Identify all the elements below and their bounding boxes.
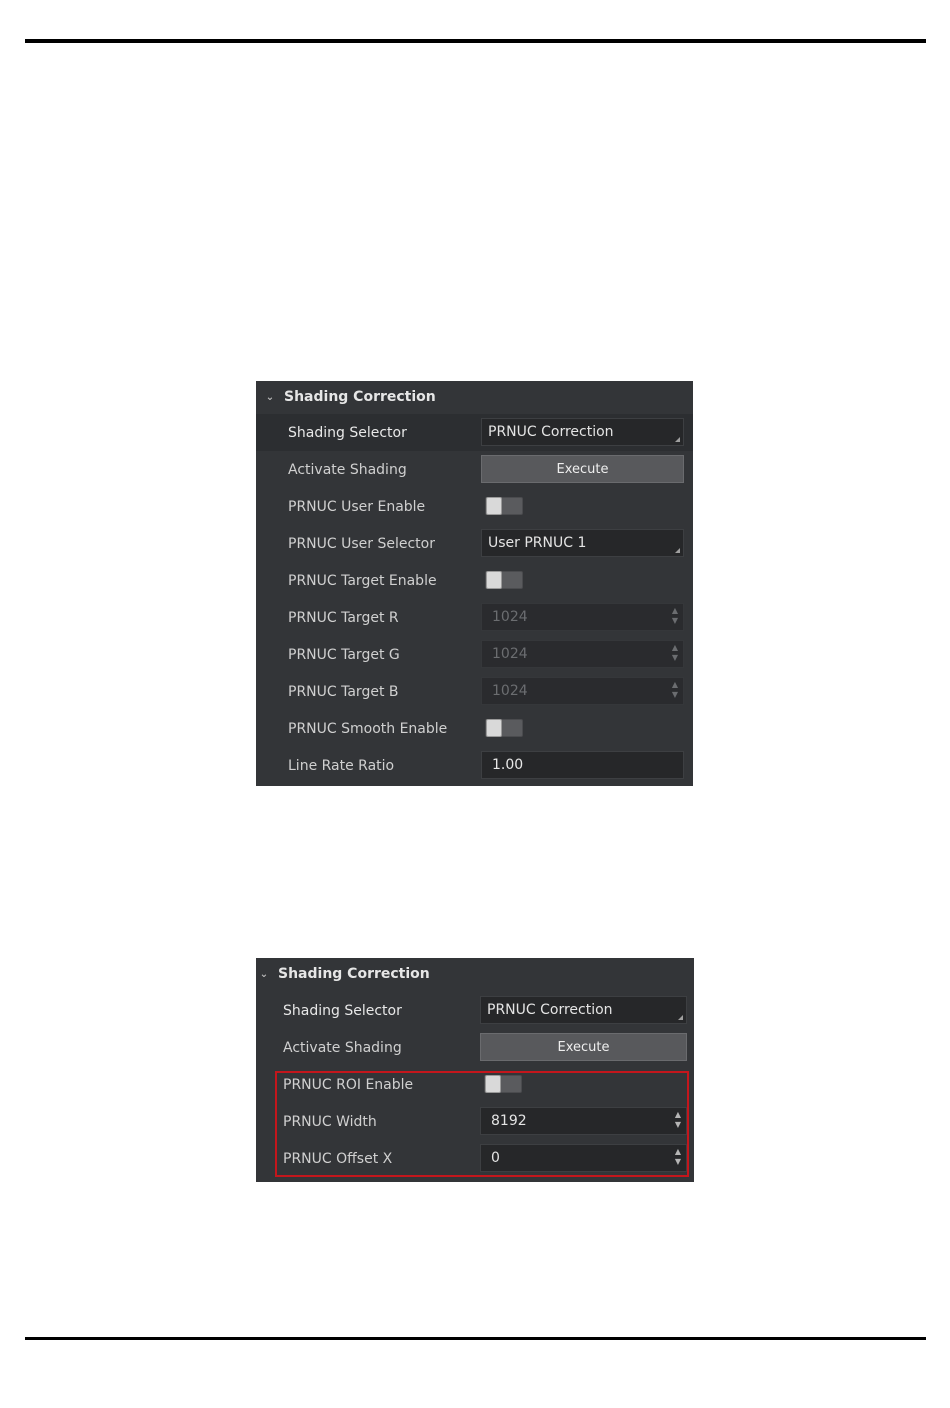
shading-correction-panel-2: ⌄ Shading Correction Shading Selector PR…	[256, 958, 694, 1182]
prnuc-target-r-spinbox[interactable]: 1024 ▲ ▼	[481, 603, 684, 631]
bottom-rule	[25, 1337, 926, 1340]
dropdown-corner-icon	[675, 437, 680, 442]
roi-highlight-box	[275, 1071, 689, 1177]
execute-button[interactable]: Execute	[481, 455, 684, 483]
row-label: PRNUC Target R	[288, 609, 399, 626]
spin-arrows-icon[interactable]: ▲ ▼	[671, 606, 679, 628]
row-prnuc-smooth-enable: PRNUC Smooth Enable	[256, 710, 693, 747]
row-label: PRNUC Target Enable	[288, 572, 437, 589]
row-label: PRNUC User Selector	[288, 535, 435, 552]
row-prnuc-user-selector: PRNUC User Selector User PRNUC 1	[256, 525, 693, 562]
section-title: Shading Correction	[278, 966, 430, 982]
prnuc-smooth-enable-toggle[interactable]	[485, 719, 523, 737]
prnuc-user-selector-dropdown[interactable]: User PRNUC 1	[481, 529, 684, 557]
chevron-down-icon[interactable]: ⌄	[262, 392, 278, 403]
row-prnuc-target-r: PRNUC Target R 1024 ▲ ▼	[256, 599, 693, 636]
row-prnuc-target-enable: PRNUC Target Enable	[256, 562, 693, 599]
dropdown-corner-icon	[678, 1015, 683, 1020]
shading-correction-panel-1: ⌄ Shading Correction Shading Selector PR…	[256, 381, 693, 786]
row-label: Activate Shading	[283, 1039, 402, 1056]
spin-arrows-icon[interactable]: ▲ ▼	[671, 643, 679, 665]
toggle-knob	[486, 719, 502, 737]
shading-selector-dropdown[interactable]: PRNUC Correction	[481, 418, 684, 446]
row-label: PRNUC Target B	[288, 683, 399, 700]
prnuc-target-b-spinbox[interactable]: 1024 ▲ ▼	[481, 677, 684, 705]
row-shading-selector: Shading Selector PRNUC Correction	[256, 414, 693, 451]
row-label: PRNUC Target G	[288, 646, 400, 663]
row-label: Line Rate Ratio	[288, 757, 395, 774]
row-label: Shading Selector	[283, 1002, 402, 1019]
top-rule	[25, 39, 926, 43]
row-activate-shading: Activate Shading Execute	[256, 1029, 694, 1066]
spin-arrows-icon[interactable]: ▲ ▼	[671, 680, 679, 702]
line-rate-ratio-input[interactable]: 1.00	[481, 751, 684, 779]
row-shading-selector: Shading Selector PRNUC Correction	[256, 992, 694, 1029]
section-header[interactable]: ⌄ Shading Correction	[256, 382, 693, 412]
row-label: Shading Selector	[288, 424, 407, 441]
row-line-rate-ratio: Line Rate Ratio 1.00	[256, 747, 693, 784]
prnuc-target-g-spinbox[interactable]: 1024 ▲ ▼	[481, 640, 684, 668]
row-prnuc-user-enable: PRNUC User Enable	[256, 488, 693, 525]
shading-selector-dropdown[interactable]: PRNUC Correction	[480, 996, 687, 1024]
row-activate-shading: Activate Shading Execute	[256, 451, 693, 488]
row-label: PRNUC Smooth Enable	[288, 720, 448, 737]
row-prnuc-target-g: PRNUC Target G 1024 ▲ ▼	[256, 636, 693, 673]
row-prnuc-target-b: PRNUC Target B 1024 ▲ ▼	[256, 673, 693, 710]
toggle-knob	[486, 571, 502, 589]
prnuc-target-enable-toggle[interactable]	[485, 571, 523, 589]
execute-button[interactable]: Execute	[480, 1033, 687, 1061]
dropdown-corner-icon	[675, 548, 680, 553]
toggle-knob	[486, 497, 502, 515]
section-header[interactable]: ⌄ Shading Correction	[256, 959, 694, 989]
row-label: PRNUC User Enable	[288, 498, 426, 515]
section-title: Shading Correction	[284, 389, 436, 405]
prnuc-user-enable-toggle[interactable]	[485, 497, 523, 515]
row-label: Activate Shading	[288, 461, 407, 478]
chevron-down-icon[interactable]: ⌄	[256, 969, 272, 980]
